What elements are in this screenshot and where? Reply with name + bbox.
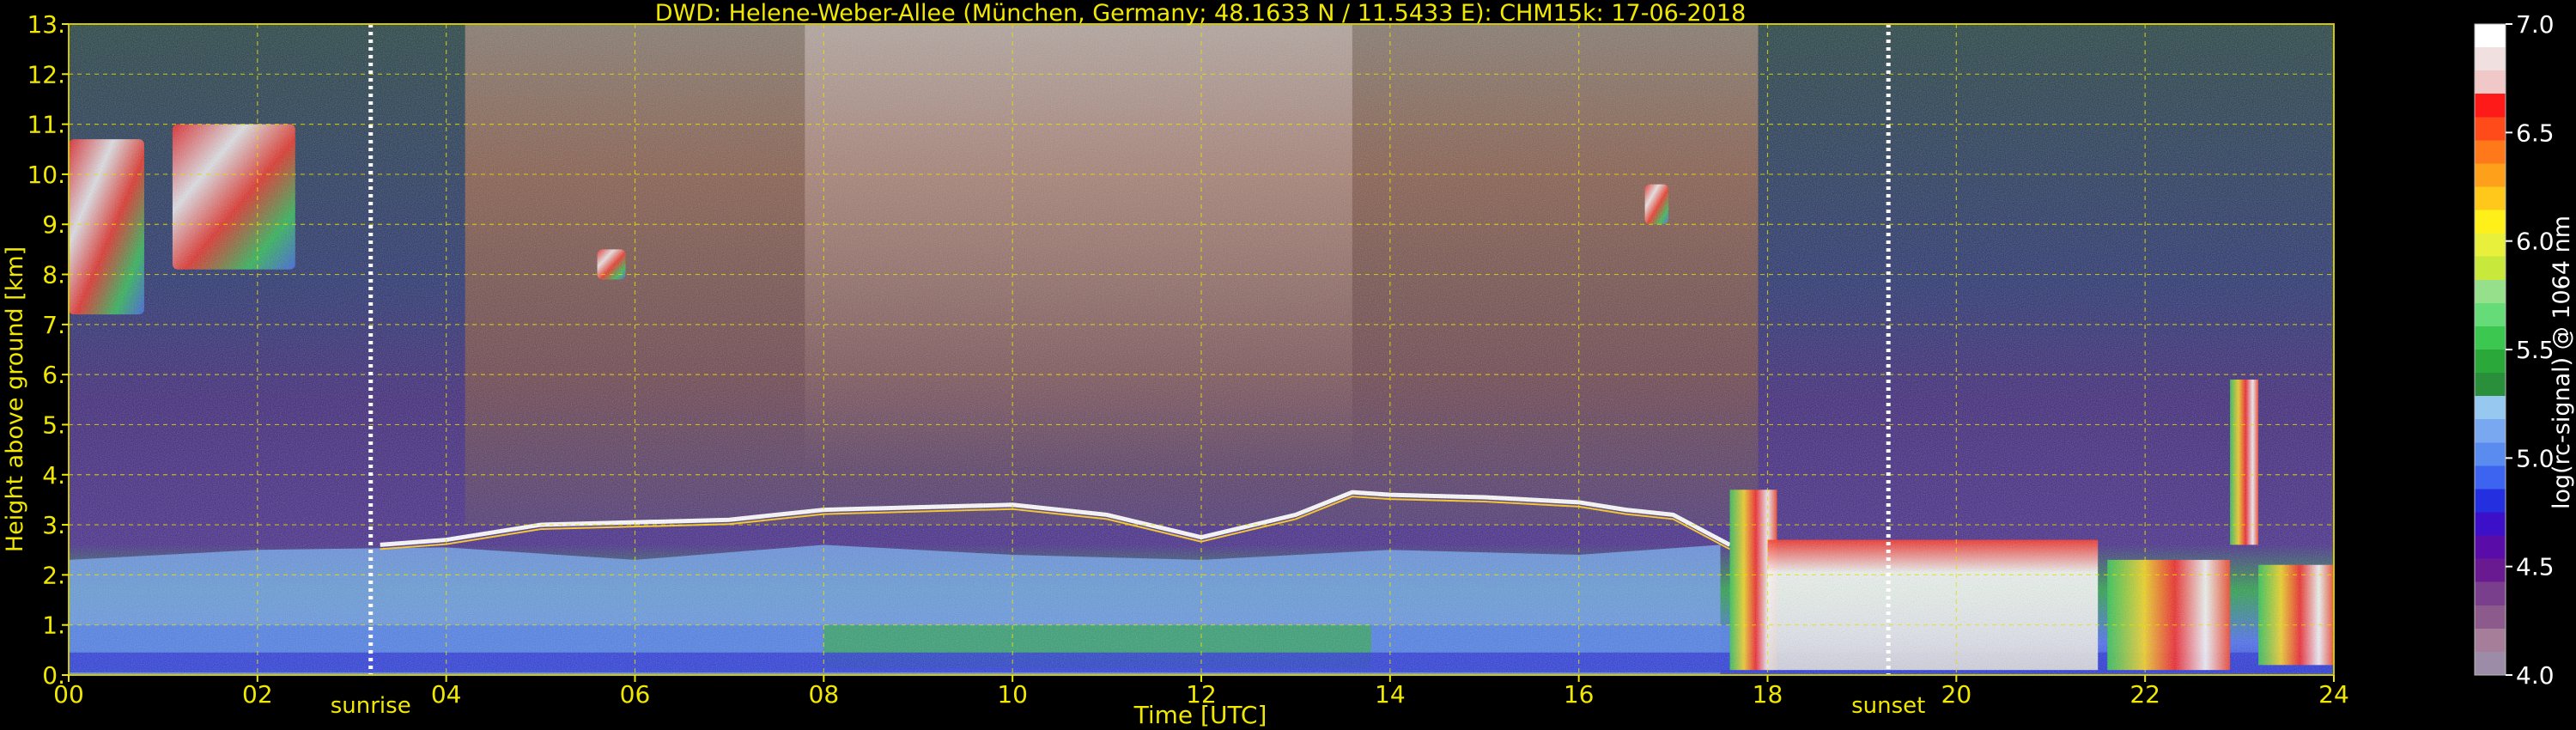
x-tick-label: 14 (1375, 680, 1406, 709)
y-tick-label: 11. (27, 111, 65, 139)
colorbar-tick-label: 7.0 (2516, 10, 2555, 39)
y-tick-label: 2. (42, 561, 65, 589)
y-tick-label: 6. (42, 361, 65, 389)
y-tick-label: 9. (42, 210, 65, 239)
x-tick-label: 16 (1564, 680, 1595, 709)
colorbar-label: log(rc-signal) @ 1064 nm (2549, 216, 2575, 509)
chart-title: DWD: Helene-Weber-Allee (München, German… (655, 0, 1747, 27)
y-tick-label: 5. (42, 411, 65, 439)
x-tick-label: 18 (1753, 680, 1783, 709)
y-tick-label: 10. (27, 161, 65, 189)
x-tick-label: 20 (1941, 680, 1972, 709)
sun-marker-label: sunset (1851, 693, 1925, 719)
y-tick-label: 1. (42, 611, 65, 640)
y-tick-label: 4. (42, 461, 65, 490)
x-tick-label: 10 (997, 680, 1028, 709)
x-axis-label: Time [UTC] (1133, 701, 1267, 729)
colorbar-tick-label: 6.5 (2516, 119, 2555, 147)
ceilometer-chart: sunrise sunset 00 02 04 06 08 10 12 14 16 18 20 22 24… (2, 0, 2575, 729)
y-axis-label: Height above ground [km] (2, 246, 28, 552)
y-tick-label: 3. (42, 511, 65, 539)
colorbar-scale (2474, 23, 2506, 676)
y-tick-label: 12. (27, 60, 65, 88)
y-tick-label: 7. (42, 311, 65, 339)
x-tick-label: 02 (242, 680, 273, 709)
colorbar-tick-label: 4.5 (2516, 553, 2555, 581)
sun-marker-label: sunrise (331, 693, 411, 719)
y-tick-label: 0. (42, 661, 65, 690)
x-tick-label: 06 (620, 680, 651, 709)
y-tick-label: 13. (27, 10, 65, 39)
colorbar-tick-label: 4.0 (2516, 661, 2555, 690)
colorbar: 4.04.55.05.56.06.57.0 (2474, 10, 2555, 690)
x-tick-label: 22 (2129, 680, 2160, 709)
y-tick-label: 8. (42, 261, 65, 289)
x-tick-label: 24 (2318, 680, 2349, 709)
x-tick-label: 08 (809, 680, 840, 709)
x-tick-label: 04 (431, 680, 462, 709)
